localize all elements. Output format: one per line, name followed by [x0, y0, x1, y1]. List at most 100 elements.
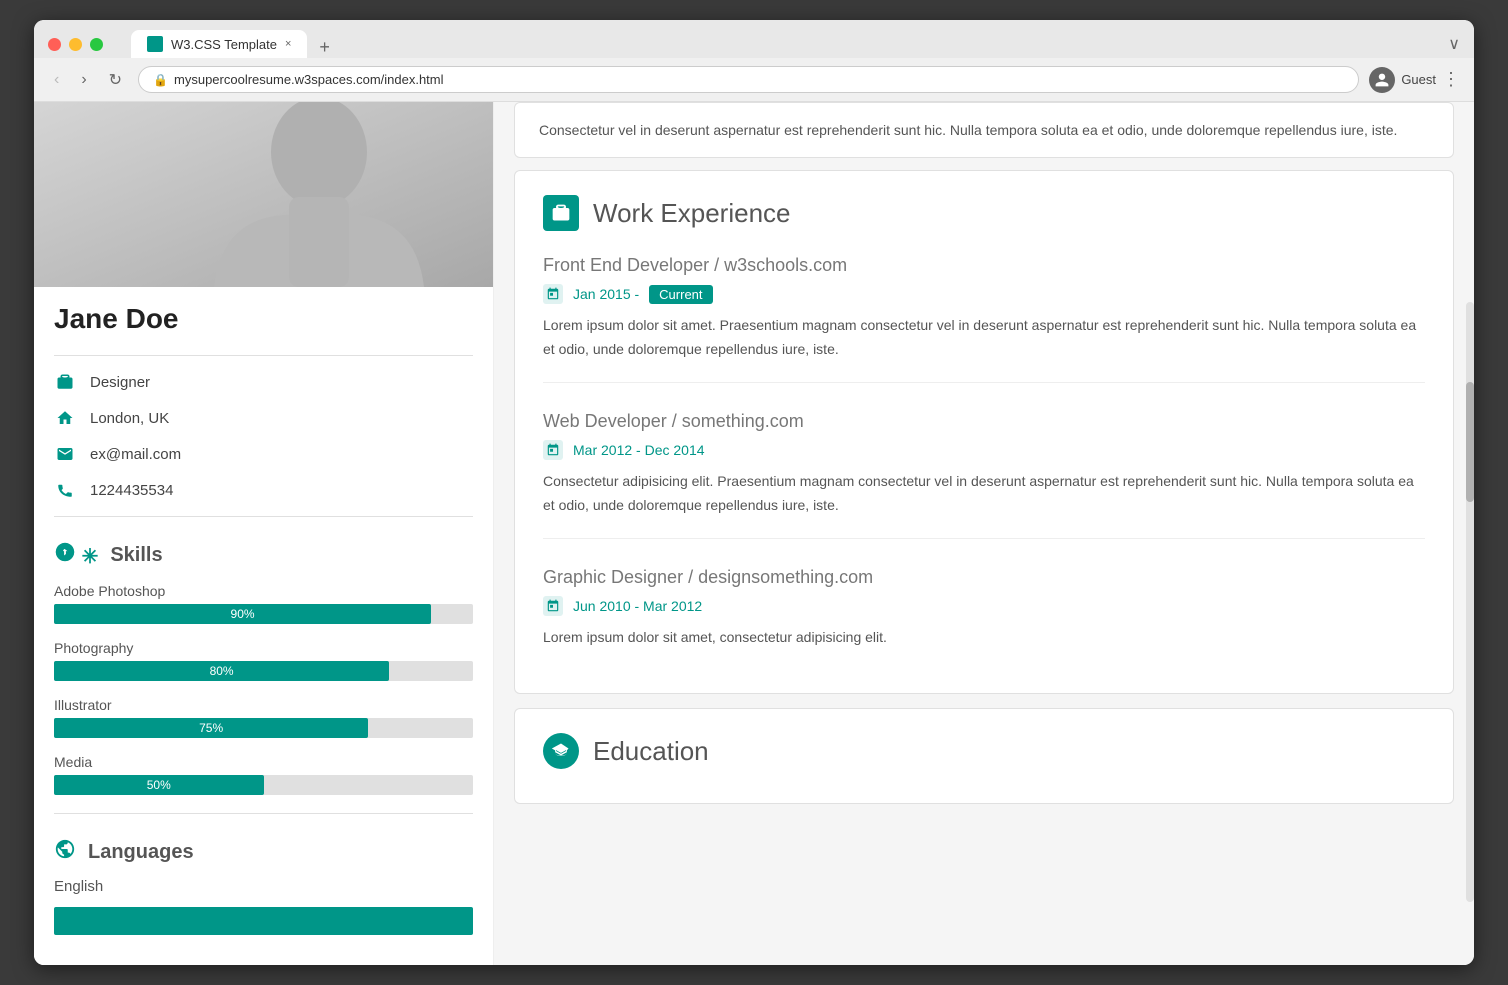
skill-bar-photography: 80% — [54, 661, 473, 681]
skill-percent-photoshop: 90% — [231, 607, 255, 621]
work-experience-card: Work Experience Front End Developer / w3… — [514, 170, 1454, 694]
sidebar-title-text: Designer — [90, 374, 150, 391]
browser-toolbar: ‹ › ↻ 🔒 mysupercoolresume.w3spaces.com/i… — [34, 58, 1474, 102]
tab-favicon — [147, 36, 163, 52]
refresh-button[interactable]: ↻ — [103, 68, 128, 92]
skills-icon: ✳ — [54, 541, 98, 569]
globe-icon — [54, 838, 76, 866]
languages-heading: Languages — [34, 822, 493, 874]
skill-item-illustrator: Illustrator 75% — [34, 691, 493, 748]
address-text: mysupercoolresume.w3spaces.com/index.htm… — [174, 72, 444, 87]
sidebar-email-text: ex@mail.com — [90, 446, 181, 463]
back-button[interactable]: ‹ — [48, 69, 65, 91]
job-date-3: Jun 2010 - Mar 2012 — [543, 596, 1425, 616]
job-entry-2: Web Developer / something.com Mar 2012 -… — [543, 411, 1425, 539]
email-icon — [54, 443, 76, 465]
skill-bar-fill-media: 50% — [54, 775, 264, 795]
skills-heading: ✳ Skills — [34, 525, 493, 577]
sidebar-location-item: London, UK — [34, 400, 493, 436]
browser-window: W3.CSS Template × + ∨ ‹ › ↻ 🔒 mysupercoo… — [34, 20, 1474, 965]
page-content: Jane Doe Designer London, UK ex@mail — [34, 102, 1474, 965]
forward-button[interactable]: › — [75, 69, 92, 91]
job-entry-1: Front End Developer / w3schools.com Jan … — [543, 255, 1425, 383]
skills-heading-text: Skills — [110, 544, 162, 567]
job-title-2: Web Developer / something.com — [543, 411, 1425, 432]
sidebar-email-item: ex@mail.com — [34, 436, 493, 472]
skill-bar-fill-illustrator: 75% — [54, 718, 368, 738]
skill-label-illustrator: Illustrator — [54, 697, 473, 713]
job-date-badge-1: Current — [649, 285, 712, 304]
work-experience-title: Work Experience — [543, 195, 1425, 235]
education-heading: Education — [593, 736, 709, 767]
job-date-1: Jan 2015 - Current — [543, 284, 1425, 304]
skill-label-photography: Photography — [54, 640, 473, 656]
tab-close-button[interactable]: × — [285, 38, 291, 50]
sidebar-divider-1 — [54, 355, 473, 356]
skill-label-photoshop: Adobe Photoshop — [54, 583, 473, 599]
scrollbar-track — [1466, 302, 1474, 902]
job-entry-3: Graphic Designer / designsomething.com J… — [543, 567, 1425, 670]
education-card: Education — [514, 708, 1454, 804]
sidebar-phone-text: 1224435534 — [90, 482, 173, 499]
user-area: Guest ⋮ — [1369, 67, 1460, 93]
skill-percent-photography: 80% — [210, 664, 234, 678]
skill-label-media: Media — [54, 754, 473, 770]
job-description-2: Consectetur adipisicing elit. Praesentiu… — [543, 470, 1425, 518]
sidebar-title-item: Designer — [34, 364, 493, 400]
skill-percent-illustrator: 75% — [199, 721, 223, 735]
job-title-3: Graphic Designer / designsomething.com — [543, 567, 1425, 588]
education-title: Education — [543, 733, 1425, 773]
browser-tab[interactable]: W3.CSS Template × — [131, 30, 307, 58]
controls-row: W3.CSS Template × + ∨ — [48, 30, 1460, 58]
job-date-from-1: Jan 2015 - — [573, 286, 639, 302]
close-dot[interactable] — [48, 38, 61, 51]
user-label: Guest — [1401, 72, 1436, 87]
calendar-icon-3 — [543, 596, 563, 616]
skill-bar-illustrator: 75% — [54, 718, 473, 738]
work-icon — [543, 195, 579, 231]
skill-bar-media: 50% — [54, 775, 473, 795]
browser-titlebar: W3.CSS Template × + ∨ — [34, 20, 1474, 58]
job-description-1: Lorem ipsum dolor sit amet. Praesentium … — [543, 314, 1425, 362]
phone-icon — [54, 479, 76, 501]
skill-bar-fill-photography: 80% — [54, 661, 389, 681]
job-description-3: Lorem ipsum dolor sit amet, consectetur … — [543, 626, 1425, 650]
skill-percent-media: 50% — [147, 778, 171, 792]
skill-bar-photoshop: 90% — [54, 604, 473, 624]
new-tab-button[interactable]: + — [311, 37, 338, 58]
lock-icon: 🔒 — [153, 73, 168, 87]
sidebar-divider-3 — [54, 813, 473, 814]
minimize-dot[interactable] — [69, 38, 82, 51]
sidebar-location-text: London, UK — [90, 410, 169, 427]
job-date-from-2: Mar 2012 - Dec 2014 — [573, 442, 705, 458]
calendar-icon-2 — [543, 440, 563, 460]
scroll-top-text: Consectetur vel in deserunt aspernatur e… — [539, 122, 1397, 138]
address-bar[interactable]: 🔒 mysupercoolresume.w3spaces.com/index.h… — [138, 66, 1359, 93]
tab-label: W3.CSS Template — [171, 37, 277, 52]
calendar-icon-1 — [543, 284, 563, 304]
language-english: English — [34, 874, 493, 899]
job-title-1: Front End Developer / w3schools.com — [543, 255, 1425, 276]
education-icon — [543, 733, 579, 769]
languages-heading-text: Languages — [88, 841, 194, 864]
language-bar-english — [54, 907, 473, 935]
skill-item-photography: Photography 80% — [34, 634, 493, 691]
profile-photo — [34, 102, 493, 287]
expand-button[interactable]: ∨ — [1448, 34, 1460, 54]
job-date-2: Mar 2012 - Dec 2014 — [543, 440, 1425, 460]
work-experience-heading: Work Experience — [593, 198, 791, 229]
main-content: Consectetur vel in deserunt aspernatur e… — [494, 102, 1474, 965]
maximize-dot[interactable] — [90, 38, 103, 51]
tab-bar: W3.CSS Template × + — [131, 30, 338, 58]
sidebar: Jane Doe Designer London, UK ex@mail — [34, 102, 494, 965]
sidebar-divider-2 — [54, 516, 473, 517]
home-icon — [54, 407, 76, 429]
skill-item-photoshop: Adobe Photoshop 90% — [34, 577, 493, 634]
scroll-top-card: Consectetur vel in deserunt aspernatur e… — [514, 102, 1454, 158]
scrollbar-thumb[interactable] — [1466, 382, 1474, 502]
skill-item-media: Media 50% — [34, 748, 493, 805]
browser-menu-button[interactable]: ⋮ — [1442, 69, 1460, 90]
sidebar-phone-item: 1224435534 — [34, 472, 493, 508]
briefcase-icon — [54, 371, 76, 393]
skill-bar-fill-photoshop: 90% — [54, 604, 431, 624]
